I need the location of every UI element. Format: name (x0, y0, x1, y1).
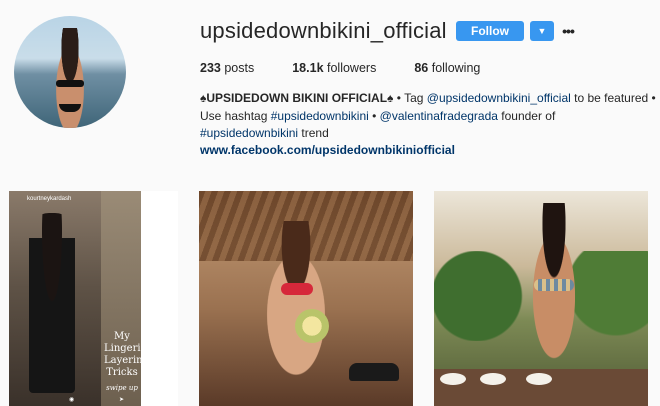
profile-stats: 233 posts 18.1k followers 86 following (200, 61, 518, 75)
profile-bio: ♠UPSIDEDOWN BIKINI OFFICIAL♠ • Tag @upsi… (200, 90, 656, 143)
following-label: following (431, 61, 481, 75)
plate (480, 373, 506, 385)
woman-figure (251, 221, 341, 391)
coconut-drink (295, 309, 329, 343)
posts-label: posts (224, 61, 255, 75)
profile-website-link[interactable]: www.facebook.com/upsidedownbikiniofficia… (200, 143, 455, 157)
follow-button[interactable]: Follow (456, 21, 524, 41)
bio-hashtag-link[interactable]: #upsidedownbikini (200, 126, 298, 140)
bio-mention-link[interactable]: @upsidedownbikini_official (427, 91, 571, 105)
followers-stat[interactable]: 18.1k followers (292, 61, 376, 75)
camera-icon: ◉ (69, 397, 75, 403)
chevron-down-icon: ▼ (537, 26, 547, 36)
bio-mention-link[interactable]: @valentinafradegrada (380, 109, 498, 123)
profile-full-name: ♠UPSIDEDOWN BIKINI OFFICIAL♠ (200, 91, 394, 105)
posts-grid: kourtneykardash ✕ My Lingerie Layering T… (0, 191, 660, 406)
post-thumbnail[interactable] (434, 191, 648, 406)
patterned-bikini (534, 279, 574, 291)
sneaker (349, 363, 399, 381)
red-bikini (281, 283, 313, 295)
bio-text: • Tag (393, 91, 427, 105)
person-figure (29, 213, 75, 393)
avatar-bikini-top (56, 80, 84, 87)
post-thumbnail[interactable] (199, 191, 413, 406)
bio-text: trend (298, 126, 329, 140)
profile-username: upsidedownbikini_official (200, 18, 447, 43)
bio-text: • (368, 108, 380, 123)
followers-label: followers (327, 61, 377, 75)
followers-count: 18.1k (292, 61, 324, 75)
follow-dropdown-button[interactable]: ▼ (530, 21, 554, 41)
following-stat[interactable]: 86 following (414, 61, 480, 75)
post-thumbnail[interactable]: kourtneykardash ✕ My Lingerie Layering T… (9, 191, 178, 406)
avatar-figure (50, 28, 90, 128)
plate (440, 373, 466, 385)
post-caption: My Lingerie Layering Tricks (104, 331, 149, 378)
bio-hashtag-link[interactable]: #upsidedownbikini (271, 109, 369, 123)
following-count: 86 (414, 61, 429, 75)
posts-stat: 233 posts (200, 61, 254, 75)
send-icon: ➤ (119, 397, 125, 403)
bio-text: founder of (497, 108, 556, 123)
story-username: kourtneykardash (27, 196, 72, 202)
more-options-icon[interactable]: ••• (560, 23, 576, 39)
profile-avatar[interactable] (14, 16, 126, 128)
swipe-up-text: swipe up (106, 384, 138, 392)
posts-count: 233 (200, 61, 221, 75)
plate (526, 373, 552, 385)
